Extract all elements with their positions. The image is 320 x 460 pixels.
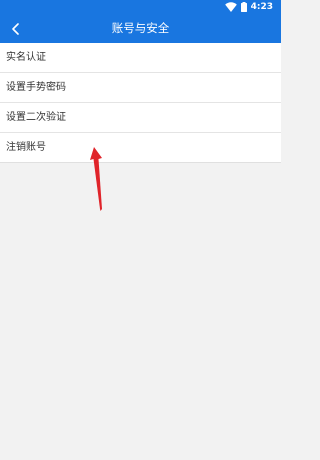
status-icons: 4:23 bbox=[224, 1, 273, 13]
status-bar: 4:23 bbox=[0, 0, 281, 14]
menu-item-gesture-password[interactable]: 设置手势密码 bbox=[0, 73, 281, 103]
red-arrow-annotation bbox=[90, 147, 102, 211]
menu-item-two-factor-verification[interactable]: 设置二次验证 bbox=[0, 103, 281, 133]
menu-item-real-name-verification[interactable]: 实名认证 bbox=[0, 43, 281, 73]
menu-item-label: 实名认证 bbox=[6, 52, 46, 63]
menu-item-cancel-account[interactable]: 注销账号 bbox=[0, 133, 281, 163]
menu-item-label: 设置手势密码 bbox=[6, 82, 66, 93]
page-title: 账号与安全 bbox=[111, 21, 170, 35]
nav-bar: 账号与安全 bbox=[0, 14, 281, 43]
menu-item-label: 设置二次验证 bbox=[6, 112, 66, 123]
menu-item-label: 注销账号 bbox=[6, 142, 46, 153]
status-time: 4:23 bbox=[250, 2, 273, 12]
settings-menu: 实名认证 设置手势密码 设置二次验证 注销账号 bbox=[0, 43, 281, 163]
battery-icon bbox=[240, 2, 247, 12]
wifi-icon bbox=[224, 2, 237, 12]
